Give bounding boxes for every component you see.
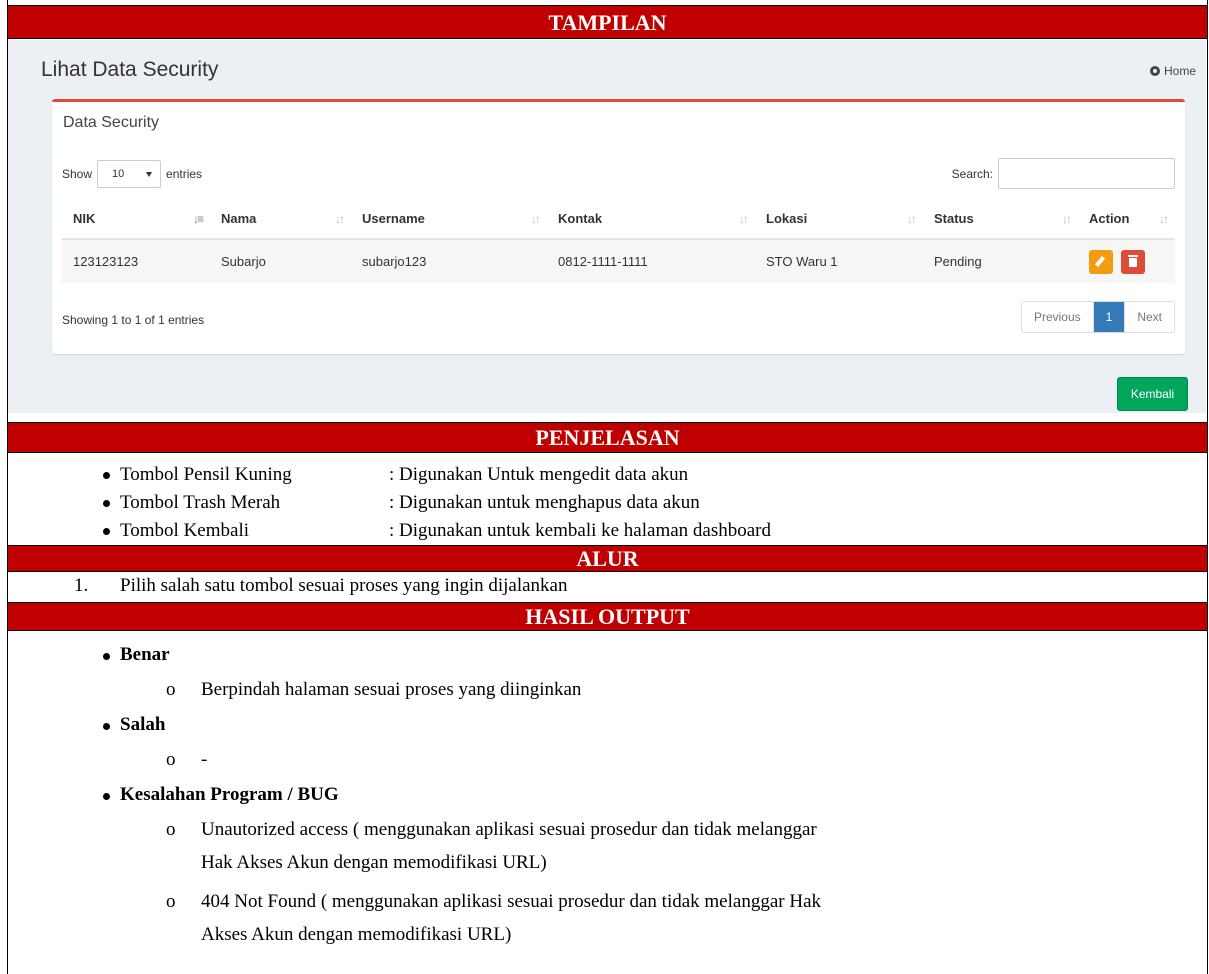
entries-value: 10 [112,168,125,180]
pagination: Previous 1 Next [1020,301,1175,333]
alur-text: Pilih salah satu tombol sesuai proses ya… [120,575,568,596]
result-salah: Salah [120,714,166,735]
data-table: NIK ↓≡ Nama ↓↑ Username ↓↑ Kontak ↓↑ Lokasi ↓… [62,199,1175,283]
sort-icon: ↓↑ [1159,212,1169,226]
circle-bullet-icon: o [166,749,176,770]
pagination-previous[interactable]: Previous [1022,302,1094,332]
section-header-alur: ALUR [8,545,1207,572]
cell-nama: Subarjo [210,239,351,283]
result-bug: Kesalahan Program / BUG [120,784,339,805]
pagination-page-1[interactable]: 1 [1093,302,1125,332]
column-header-username[interactable]: Username ↓↑ [351,199,547,240]
sort-icon: ↓↑ [739,212,749,226]
entries-length-control: Show 10 entries [62,160,202,188]
cell-action [1078,239,1175,283]
column-header-kontak[interactable]: Kontak ↓↑ [547,199,755,240]
circle-bullet-icon: o [166,819,176,840]
alur-number: 1. [74,575,89,596]
bullet-icon [103,723,110,730]
edit-button[interactable] [1089,249,1113,274]
column-header-nama[interactable]: Nama ↓↑ [210,199,351,240]
document-table: TAMPILAN Lihat Data Security Home Data S… [7,0,1208,974]
section-header-penjelasan: PENJELASAN [8,422,1207,453]
back-button[interactable]: Kembali [1117,377,1188,411]
bullet-icon [103,472,110,479]
explain-name-3: Tombol Kembali [120,520,250,541]
dashboard-icon [1149,66,1160,76]
entries-select[interactable]: 10 [97,160,162,188]
explain-desc-2: : Digunakan untuk menghapus data akun [389,492,700,513]
box-title: Data Security [63,114,160,131]
explain-name-1: Tombol Pensil Kuning [120,464,292,485]
column-header-nik[interactable]: NIK ↓≡ [62,199,210,240]
result-bug-item-2-line-2: Akses Akun dengan memodifikasi URL) [201,924,512,945]
column-header-status[interactable]: Status ↓↑ [923,199,1078,240]
show-label: Show [62,167,93,181]
circle-bullet-icon: o [166,891,176,912]
column-header-lokasi[interactable]: Lokasi ↓↑ [755,199,923,240]
data-security-box: Data Security Show 10 entries Search: NI… [52,99,1185,354]
trash-icon [1128,254,1138,267]
page-title: Lihat Data Security [41,58,219,81]
table-info: Showing 1 to 1 of 1 entries [62,313,205,327]
delete-button[interactable] [1121,249,1145,274]
section-header-hasil-output: HASIL OUTPUT [8,602,1207,631]
search-control: Search: [952,158,1175,189]
cell-nik: 123123123 [62,239,210,283]
result-bug-item-2-line-1: 404 Not Found ( menggunakan aplikasi ses… [201,891,821,912]
entries-label: entries [166,167,203,181]
result-benar-item: Berpindah halaman sesuai proses yang dii… [201,679,582,700]
cell-lokasi: STO Waru 1 [755,239,923,283]
result-benar: Benar [120,644,170,665]
search-input[interactable] [998,158,1175,189]
breadcrumb-home[interactable]: Home [1164,64,1196,78]
sort-asc-icon: ↓≡ [192,212,204,226]
result-bug-item-1-line-2: Hak Akses Akun dengan memodifikasi URL) [201,852,547,873]
result-bug-item-1-line-1: Unautorized access ( menggunakan aplikas… [201,819,817,840]
cell-username: subarjo123 [351,239,547,283]
search-label: Search: [951,166,993,181]
cell-status: Pending [923,239,1078,283]
bullet-icon [103,793,110,800]
screenshot-panel: Lihat Data Security Home Data Security S… [8,40,1206,413]
sort-icon: ↓↑ [531,212,541,226]
caret-down-icon [146,171,153,177]
bullet-icon [103,653,110,660]
cell-kontak: 0812-1111-1111 [547,239,755,283]
sort-icon: ↓↑ [335,212,345,226]
explain-name-2: Tombol Trash Merah [120,492,281,513]
pencil-icon [1094,255,1106,267]
breadcrumb[interactable]: Home [1149,64,1196,78]
result-salah-item: - [201,749,208,770]
bullet-icon [103,528,110,535]
sort-icon: ↓↑ [1062,212,1072,226]
explain-desc-1: : Digunakan Untuk mengedit data akun [389,464,689,485]
column-header-action[interactable]: Action ↓↑ [1078,199,1175,240]
pagination-next[interactable]: Next [1124,302,1174,332]
circle-bullet-icon: o [166,679,176,700]
section-header-tampilan: TAMPILAN [8,5,1207,39]
explain-desc-3: : Digunakan untuk kembali ke halaman das… [389,520,772,541]
table-row: 123123123 Subarjo subarjo123 0812-1111-1… [62,239,1175,283]
sort-icon: ↓↑ [907,212,917,226]
bullet-icon [103,500,110,507]
